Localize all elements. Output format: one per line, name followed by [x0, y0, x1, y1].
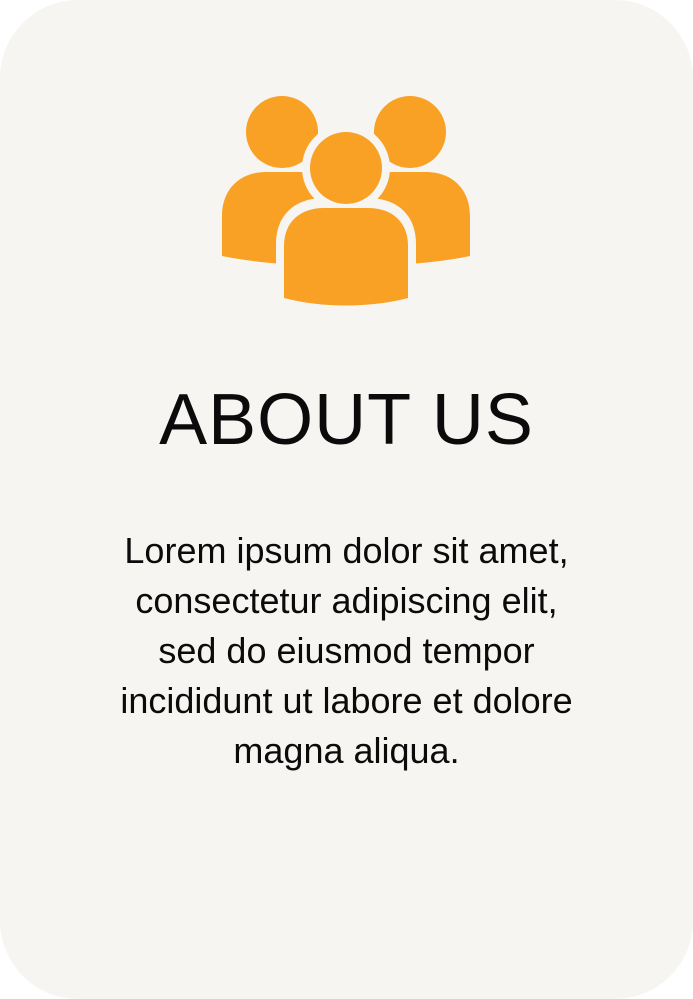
- card-title: ABOUT US: [159, 380, 534, 460]
- card-description: Lorem ipsum dolor sit amet, consectetur …: [40, 526, 653, 776]
- group-of-people-icon: [220, 94, 472, 306]
- description-line: magna aliqua.: [233, 730, 460, 771]
- description-line: consectetur adipiscing elit,: [135, 580, 558, 621]
- description-line: incididunt ut labore et dolore: [120, 680, 573, 721]
- about-us-card: ABOUT US Lorem ipsum dolor sit amet, con…: [0, 0, 693, 999]
- description-line: Lorem ipsum dolor sit amet,: [124, 530, 569, 571]
- description-line: sed do eiusmod tempor: [158, 630, 535, 671]
